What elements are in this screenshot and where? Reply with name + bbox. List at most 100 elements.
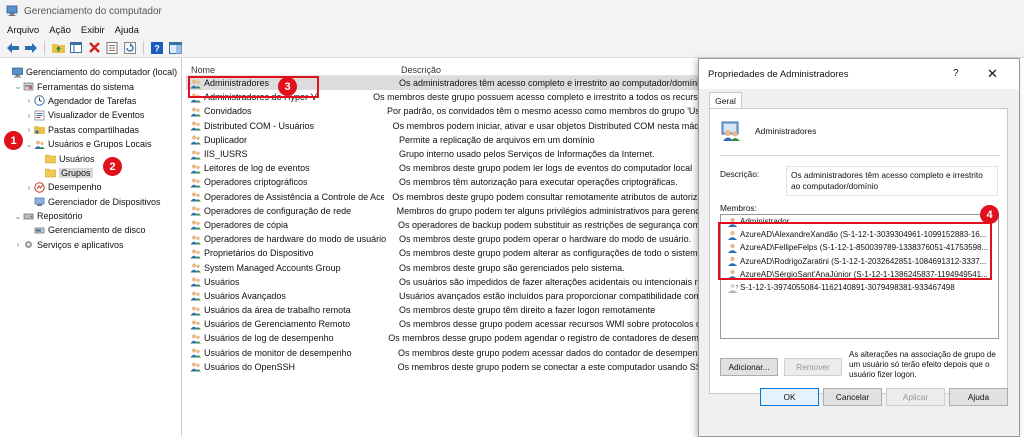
tree-item-label: Gerenciador de Dispositivos (48, 196, 161, 207)
apply-button[interactable]: Aplicar (886, 388, 945, 406)
menu-acao[interactable]: Ação (44, 25, 76, 36)
device-manager-icon (34, 196, 45, 207)
group-icon (190, 120, 204, 131)
description-field[interactable]: Os administradores têm acesso completo e… (786, 166, 998, 196)
tree-item-gerenciador-de-dispositivos[interactable]: Gerenciador de Dispositivos (0, 195, 181, 209)
export-list-icon[interactable] (104, 40, 120, 56)
group-row[interactable]: Usuários de log de desempenho Os membros … (186, 331, 706, 345)
group-row[interactable]: IIS_IUSRS Grupo interno usado pelos Servi… (186, 147, 706, 161)
dialog-close-icon[interactable]: ✕ (987, 66, 998, 82)
group-row[interactable]: Proprietários do Dispositivo Os membros d… (186, 246, 706, 260)
up-folder-icon[interactable] (50, 40, 66, 56)
show-pane-icon[interactable] (167, 40, 183, 56)
tree-item-grupos[interactable]: Grupos (0, 166, 181, 180)
group-row[interactable]: Operadores criptográficos Os membros têm … (186, 175, 706, 189)
menu-ajuda[interactable]: Ajuda (110, 25, 144, 36)
menu-arquivo[interactable]: Arquivo (0, 25, 44, 36)
groups-list: Nome Descrição Administradores Os adminis… (186, 58, 706, 437)
tree-item-usuarios-e-grupos-locais[interactable]: ⌄ Usuários e Grupos Locais (0, 137, 181, 151)
divider (720, 155, 1000, 156)
group-row[interactable]: Operadores de Assistência a Controle de … (186, 190, 706, 204)
tree-item-label: Grupos (59, 167, 93, 178)
dialog-help-icon[interactable]: ? (953, 68, 959, 79)
menu-exibir[interactable]: Exibir (76, 25, 110, 36)
group-name-cell: Operadores de cópia (186, 219, 390, 230)
chevron-down-icon[interactable]: ⌄ (13, 212, 23, 221)
tree-item-servicos-e-aplicativos[interactable]: › Serviços e aplicativos (0, 238, 181, 252)
help-icon[interactable]: ? (149, 40, 165, 56)
group-row[interactable]: Duplicador Permite a replicação de arquiv… (186, 133, 706, 147)
chevron-right-icon[interactable]: › (24, 111, 34, 120)
clock-icon (34, 95, 45, 107)
group-name-cell: Usuários (186, 276, 391, 287)
group-row[interactable]: System Managed Accounts Group Os membros … (186, 260, 706, 274)
member-item[interactable]: ?S-1-12-1-3974055084-1162140891-30794983… (721, 281, 998, 294)
tree-item-gerenciamento-de-disco[interactable]: Gerenciamento de disco (0, 223, 181, 237)
tree-item-usuarios[interactable]: Usuários (0, 151, 181, 165)
group-icon (190, 262, 204, 273)
event-viewer-icon (34, 110, 45, 121)
group-row[interactable]: Usuários de monitor de desempenho Os memb… (186, 346, 706, 360)
tree-item-visualizador-de-eventos[interactable]: › Visualizador de Eventos (0, 108, 181, 122)
group-row[interactable]: Usuários Avançados Usuários avançados est… (186, 289, 706, 303)
group-description-cell: Os membros deste grupo têm direito a faz… (399, 305, 656, 316)
group-description-cell: Os usuários são impedidos de fazer alter… (399, 276, 705, 287)
column-header-name[interactable]: Nome (186, 65, 393, 75)
help-button[interactable]: Ajuda (949, 388, 1008, 406)
chevron-right-icon[interactable]: › (13, 240, 23, 249)
column-header-description[interactable]: Descrição (393, 65, 441, 75)
group-row[interactable]: Leitores de log de eventos Os membros des… (186, 161, 706, 175)
chevron-down-icon[interactable]: ⌄ (24, 140, 34, 149)
tree-item-pastas-compartilhadas[interactable]: › Pastas compartilhadas (0, 123, 181, 137)
remove-member-button[interactable]: Remover (784, 358, 842, 376)
properties-grid-icon[interactable] (68, 40, 84, 56)
chevron-down-icon[interactable]: ⌄ (13, 82, 23, 91)
group-name-cell: IIS_IUSRS (186, 149, 391, 160)
callout-badge-4: 4 (980, 205, 999, 224)
group-description-cell: Os membros deste grupo são gerenciados p… (399, 262, 625, 273)
group-row[interactable]: Distributed COM - Usuários Os membros pod… (186, 119, 706, 133)
group-row[interactable]: Convidados Por padrão, os convidados têm … (186, 104, 706, 118)
tree-item-gerenciamento-do-computador-local[interactable]: Gerenciamento do computador (local) (0, 65, 181, 79)
group-name-cell: Usuários da área de trabalho remota (186, 305, 391, 316)
group-description-cell: Os membros deste grupo possuem acesso co… (373, 92, 706, 103)
add-member-button[interactable]: Adicionar... (720, 358, 778, 376)
group-icon (190, 347, 204, 358)
group-row[interactable]: Usuários da área de trabalho remota Os me… (186, 303, 706, 317)
chevron-right-icon[interactable]: › (24, 96, 34, 105)
group-name-text: Usuários Avançados (204, 290, 286, 301)
group-icon (190, 205, 204, 216)
back-arrow-icon[interactable] (5, 40, 21, 56)
tree-item-repositorio[interactable]: ⌄ Repositório (0, 209, 181, 223)
group-row[interactable]: Operadores de cópia Os operadores de back… (186, 218, 706, 232)
group-name-text: Convidados (204, 106, 252, 117)
group-row[interactable]: Operadores de configuração de rede Membro… (186, 204, 706, 218)
group-row[interactable]: Usuários Os usuários são impedidos de faz… (186, 275, 706, 289)
group-icon (190, 219, 204, 230)
tree-item-agendador-de-tarefas[interactable]: › Agendador de Tarefas (0, 94, 181, 108)
tab-geral[interactable]: Geral (709, 92, 742, 109)
users-groups-icon (34, 139, 45, 150)
group-description-cell: Os membros deste grupo podem consultar r… (392, 191, 706, 202)
ok-button[interactable]: OK (760, 388, 819, 406)
chevron-right-icon[interactable]: › (24, 125, 34, 134)
group-name-cell: Distributed COM - Usuários (186, 120, 385, 131)
group-name-text: Usuários do OpenSSH (204, 361, 296, 372)
tree-item-label: Serviços e aplicativos (37, 239, 124, 250)
group-icon (190, 134, 204, 145)
group-icon (190, 149, 204, 160)
folder-icon (45, 167, 56, 178)
group-row[interactable]: Operadores de hardware do modo de usuári… (186, 232, 706, 246)
group-name-cell: Operadores de configuração de rede (186, 205, 389, 216)
tree-item-ferramentas-do-sistema[interactable]: ⌄ Ferramentas do sistema (0, 79, 181, 93)
refresh-icon[interactable] (122, 40, 138, 56)
cancel-button[interactable]: Cancelar (823, 388, 882, 406)
group-row[interactable]: Usuários do OpenSSH Os membros deste grup… (186, 360, 706, 374)
chevron-right-icon[interactable]: › (24, 183, 34, 192)
delete-icon[interactable] (86, 40, 102, 56)
computer-management-icon (6, 5, 18, 16)
unknown-sid-icon: ? (727, 283, 740, 293)
group-row[interactable]: Usuários de Gerenciamento Remoto Os membr… (186, 317, 706, 331)
tree-item-desempenho[interactable]: › Desempenho (0, 180, 181, 194)
forward-arrow-icon[interactable] (23, 40, 39, 56)
